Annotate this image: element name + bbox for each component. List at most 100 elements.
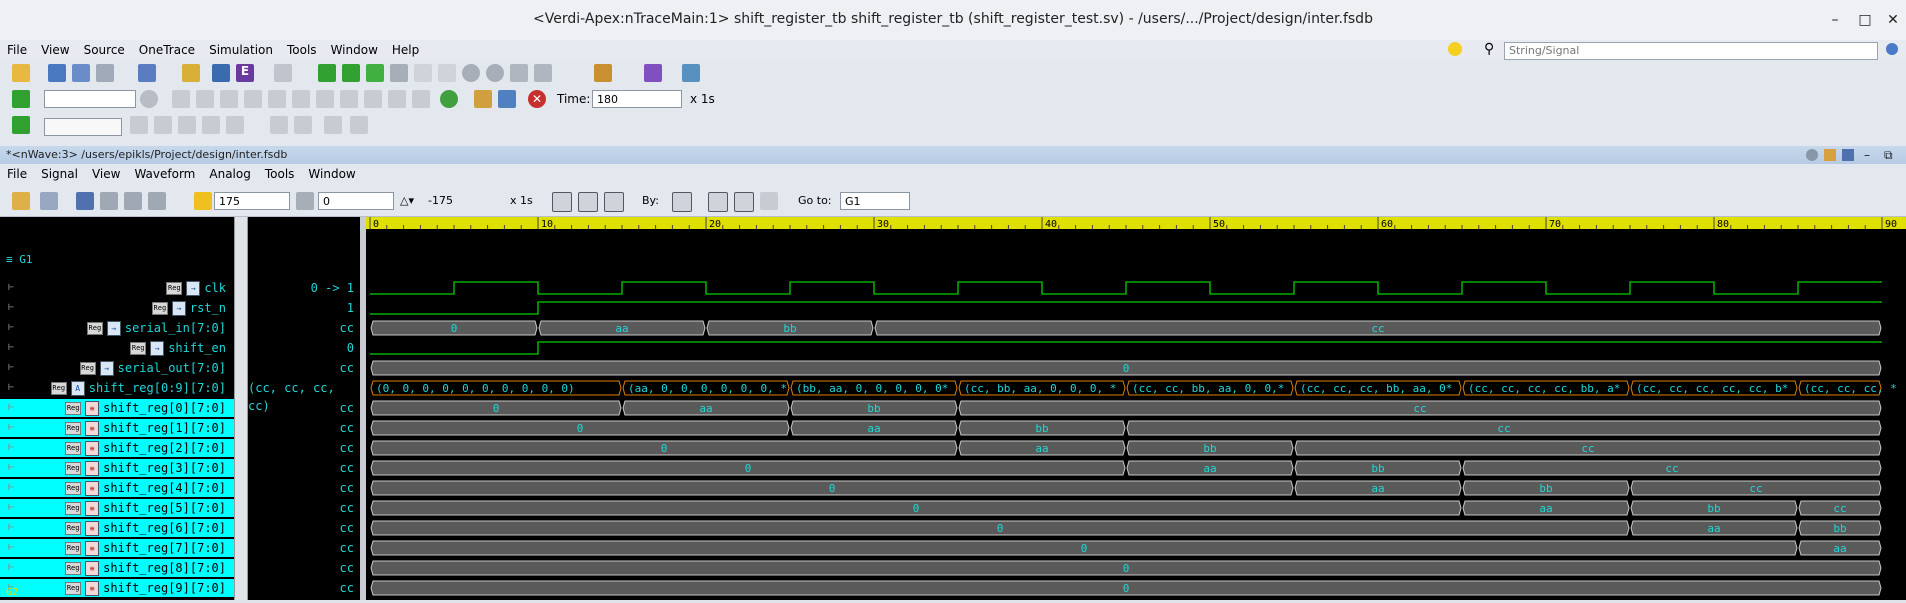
search-prev-icon[interactable] bbox=[708, 192, 728, 212]
time-input[interactable]: 180 bbox=[592, 90, 682, 108]
nwave-menu-tools[interactable]: Tools bbox=[258, 164, 302, 184]
nwave-reload-icon[interactable] bbox=[40, 192, 58, 210]
signal-row[interactable]: ⊢ shift_en Reg → bbox=[0, 339, 234, 357]
redo-icon[interactable] bbox=[294, 116, 312, 134]
rewind-icon[interactable] bbox=[316, 90, 334, 108]
nwave-settings-icon[interactable] bbox=[1806, 149, 1818, 161]
zoom-out-icon[interactable] bbox=[552, 192, 572, 212]
nwave-undo-icon[interactable] bbox=[76, 192, 94, 210]
value-row[interactable]: cc bbox=[248, 499, 360, 517]
cut-icon[interactable] bbox=[100, 192, 118, 210]
menu-tools[interactable]: Tools bbox=[280, 40, 324, 60]
value-row[interactable]: cc bbox=[248, 399, 360, 417]
marker-icon[interactable] bbox=[296, 192, 314, 210]
menu-file[interactable]: File bbox=[0, 40, 34, 60]
stop-icon[interactable] bbox=[140, 90, 158, 108]
prev-icon[interactable] bbox=[292, 90, 310, 108]
cursor-icon[interactable] bbox=[194, 192, 212, 210]
tile-icon[interactable] bbox=[510, 64, 528, 82]
nwave-minimize-icon[interactable]: – bbox=[1864, 146, 1870, 164]
value-row[interactable]: cc bbox=[248, 439, 360, 457]
value-row[interactable]: 1 bbox=[248, 299, 360, 317]
step-into-icon[interactable] bbox=[220, 90, 238, 108]
run-icon[interactable] bbox=[12, 90, 30, 108]
trace-driver-icon[interactable] bbox=[342, 64, 360, 82]
waveform-pane[interactable]: 0 10 20 30 40 50 60 70 80 90 0 aa bb cc 0 (0, 0, 0, 0, … bbox=[366, 217, 1906, 600]
signal-row[interactable]: ⊢ shift_reg[4][7:0] Reg ≡ bbox=[0, 479, 234, 497]
goto-select[interactable]: G1 bbox=[840, 192, 910, 210]
hierarchy-icon[interactable] bbox=[48, 64, 66, 82]
save-icon[interactable] bbox=[324, 116, 342, 134]
maximize-icon[interactable]: □ bbox=[1854, 10, 1876, 30]
nwave-menu-signal[interactable]: Signal bbox=[34, 164, 85, 184]
zoom-fit-icon[interactable] bbox=[604, 192, 624, 212]
close-icon[interactable]: ✕ bbox=[1882, 10, 1904, 30]
waveform-canvas[interactable]: 0 10 20 30 40 50 60 70 80 90 0 aa bb cc 0 (0, 0, 0, 0, … bbox=[366, 217, 1906, 600]
sim-setup-icon[interactable] bbox=[498, 90, 516, 108]
cs2-icon[interactable] bbox=[364, 90, 382, 108]
step-icon[interactable] bbox=[172, 90, 190, 108]
cs-icon[interactable] bbox=[340, 90, 358, 108]
menu-help[interactable]: Help bbox=[385, 40, 426, 60]
bookmark-icon[interactable] bbox=[594, 64, 612, 82]
search-by-icon[interactable] bbox=[672, 192, 692, 212]
value-row[interactable]: cc bbox=[248, 559, 360, 577]
e-icon[interactable]: E bbox=[236, 64, 254, 82]
signal-row[interactable]: ⊢ shift_reg[9][7:0] Reg ≡ bbox=[0, 579, 234, 597]
signal-row[interactable]: ⊢ shift_reg[7][7:0] Reg ≡ bbox=[0, 539, 234, 557]
signal-row[interactable]: ⊢ shift_reg[5][7:0] Reg ≡ bbox=[0, 499, 234, 517]
disabled-tool4-icon[interactable] bbox=[202, 116, 220, 134]
snapshot-icon[interactable] bbox=[474, 90, 492, 108]
cursor-time-input[interactable]: 175 bbox=[214, 192, 290, 210]
value-row[interactable]: cc bbox=[248, 579, 360, 597]
l-icon[interactable] bbox=[438, 64, 456, 82]
edit-icon[interactable] bbox=[212, 64, 230, 82]
nwave-menu-waveform[interactable]: Waveform bbox=[127, 164, 202, 184]
nwave-restore-icon[interactable]: ⧉ bbox=[1884, 146, 1893, 164]
value-row[interactable]: 0 -> 1 bbox=[248, 279, 360, 297]
search-options-icon[interactable] bbox=[1886, 43, 1898, 55]
nwave-menu-view[interactable]: View bbox=[85, 164, 127, 184]
signal-row[interactable]: ⊢ clk Reg → bbox=[0, 279, 234, 297]
disabled-tool2-icon[interactable] bbox=[154, 116, 172, 134]
signal-row[interactable]: ⊢ shift_reg[3][7:0] Reg ≡ bbox=[0, 459, 234, 477]
marker-time-input[interactable]: 0 bbox=[318, 192, 394, 210]
next-icon[interactable] bbox=[268, 90, 286, 108]
zoom-in-icon[interactable] bbox=[578, 192, 598, 212]
nwave-menu-analog[interactable]: Analog bbox=[202, 164, 257, 184]
assertion-icon[interactable] bbox=[644, 64, 662, 82]
menu-onetrace[interactable]: OneTrace bbox=[132, 40, 202, 60]
value-row[interactable]: (cc, cc, cc, cc) bbox=[248, 379, 360, 413]
up-icon[interactable] bbox=[462, 64, 480, 82]
disabled-tool5-icon[interactable] bbox=[226, 116, 244, 134]
menu-view[interactable]: View bbox=[34, 40, 76, 60]
menu-simulation[interactable]: Simulation bbox=[202, 40, 280, 60]
d-icon[interactable] bbox=[414, 64, 432, 82]
search-icon[interactable]: ⚲ bbox=[1484, 41, 1494, 57]
search-next-icon[interactable] bbox=[734, 192, 754, 212]
down-icon[interactable] bbox=[486, 64, 504, 82]
value-row[interactable]: cc bbox=[248, 319, 360, 337]
signal-row[interactable]: ⊢ serial_out[7:0] Reg → bbox=[0, 359, 234, 377]
value-row[interactable]: cc bbox=[248, 539, 360, 557]
signal-row[interactable]: ⊢ shift_reg[1][7:0] Reg ≡ bbox=[0, 419, 234, 437]
schematic-icon[interactable] bbox=[138, 64, 156, 82]
check-icon[interactable] bbox=[12, 116, 30, 134]
back-cursor-icon[interactable] bbox=[760, 192, 778, 210]
save-as-icon[interactable] bbox=[350, 116, 368, 134]
value-row[interactable]: 0 bbox=[248, 339, 360, 357]
signal-row[interactable]: ⊢ shift_reg[8][7:0] Reg ≡ bbox=[0, 559, 234, 577]
step-out-icon[interactable] bbox=[244, 90, 262, 108]
disabled-tool3-icon[interactable] bbox=[178, 116, 196, 134]
signal-row[interactable]: ⊢ rst_n Reg → bbox=[0, 299, 234, 317]
lightbulb-icon[interactable] bbox=[1448, 42, 1462, 56]
nwave-menu-window[interactable]: Window bbox=[301, 164, 362, 184]
trace-load-icon[interactable] bbox=[318, 64, 336, 82]
open-folder-icon[interactable] bbox=[12, 64, 30, 82]
disabled-tool-icon[interactable] bbox=[130, 116, 148, 134]
signal-row[interactable]: ⊢ serial_in[7:0] Reg → bbox=[0, 319, 234, 337]
minimize-icon[interactable]: – bbox=[1824, 10, 1846, 30]
search-input[interactable]: String/Signal bbox=[1504, 42, 1878, 60]
back-arrow-icon[interactable] bbox=[366, 64, 384, 82]
nwave-menu-file[interactable]: File bbox=[0, 164, 34, 184]
